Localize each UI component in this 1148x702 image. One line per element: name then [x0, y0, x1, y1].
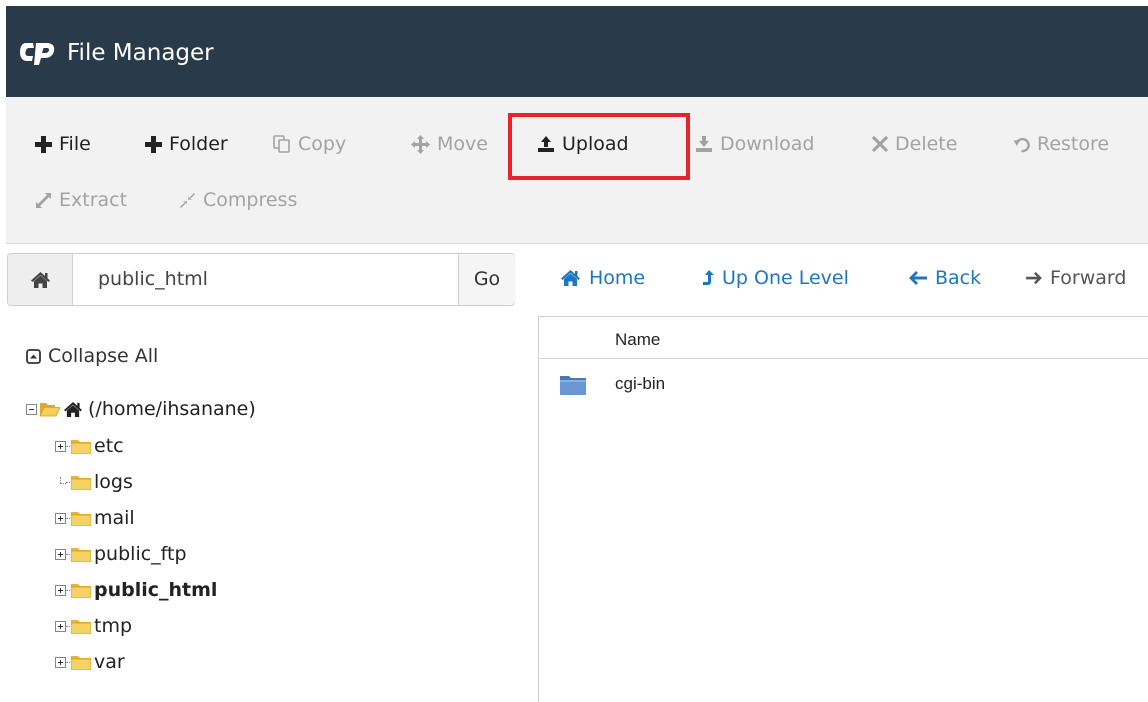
arrow-right-icon — [1026, 271, 1042, 285]
tree-item-label: mail — [94, 507, 135, 529]
tree-item-label: etc — [94, 435, 124, 457]
restore-button[interactable]: Restore — [1013, 129, 1109, 159]
expand-icon — [36, 192, 51, 208]
tree-connector — [66, 661, 70, 663]
tree-connector — [66, 517, 70, 519]
level-up-icon — [703, 270, 714, 285]
expand-toggle-icon[interactable] — [55, 620, 66, 632]
collapse-toggle-icon[interactable] — [26, 403, 37, 415]
tree-item[interactable]: public_ftp — [55, 543, 187, 565]
collapse-icon — [26, 348, 41, 364]
tree-item[interactable]: var — [55, 651, 125, 673]
tree-connector — [66, 445, 70, 447]
undo-icon — [1013, 137, 1030, 152]
folder-icon — [71, 619, 91, 634]
folder-open-icon — [39, 403, 60, 417]
folder-icon — [71, 583, 91, 598]
tree-item[interactable]: tmp — [55, 615, 132, 637]
path-bar: Go — [7, 253, 515, 306]
cpanel-logo[interactable] — [20, 39, 56, 67]
tree-connector — [66, 553, 70, 555]
tree-item[interactable]: public_html — [55, 579, 217, 601]
tree-root[interactable]: (/home/ihsanane) — [26, 398, 256, 420]
expand-toggle-icon[interactable] — [55, 512, 66, 524]
compress-icon — [180, 192, 195, 208]
expand-toggle-icon[interactable] — [55, 440, 66, 452]
expand-toggle-icon[interactable] — [55, 656, 66, 668]
up-one-level-label: Up One Level — [722, 267, 849, 289]
upload-highlight-box — [508, 113, 690, 180]
back-link[interactable]: Back — [909, 267, 981, 289]
tree-connector — [66, 481, 70, 483]
column-header-name[interactable]: Name — [615, 330, 660, 350]
home-link-label: Home — [589, 267, 646, 289]
tree-item[interactable]: etc — [55, 435, 124, 457]
tree-item-label: tmp — [94, 615, 133, 637]
download-label: Download — [720, 133, 815, 155]
go-button[interactable]: Go — [458, 254, 515, 305]
file-name: cgi-bin — [615, 374, 666, 393]
arrow-left-icon — [909, 271, 927, 285]
file-row[interactable]: cgi-bin — [539, 363, 1148, 399]
folder-icon — [71, 475, 91, 490]
tree-item-label: var — [94, 651, 125, 673]
compress-label: Compress — [203, 189, 298, 211]
app-title: File Manager — [67, 40, 214, 66]
collapse-all-label: Collapse All — [48, 345, 159, 367]
plus-icon — [35, 135, 52, 153]
folder-icon — [71, 439, 91, 454]
new-file-button[interactable]: File — [35, 129, 91, 159]
folder-icon — [71, 511, 91, 526]
top-bar: File Manager — [6, 6, 1148, 97]
delete-label: Delete — [895, 133, 958, 155]
copy-label: Copy — [298, 133, 347, 155]
tree-root-label: (/home/ihsanane) — [88, 398, 256, 420]
new-file-label: File — [59, 133, 91, 155]
tree-item-label: logs — [94, 471, 133, 493]
tree-line — [55, 476, 66, 488]
folder-icon — [71, 655, 91, 670]
download-button[interactable]: Download — [695, 129, 814, 159]
compress-button[interactable]: Compress — [179, 185, 297, 215]
move-arrows-icon — [411, 134, 430, 154]
tree-item[interactable]: logs — [55, 471, 133, 493]
close-icon — [872, 136, 888, 152]
restore-label: Restore — [1037, 133, 1110, 155]
tree-item-label: public_html — [94, 579, 218, 601]
copy-icon — [273, 135, 290, 153]
home-icon — [561, 270, 580, 286]
tree-item[interactable]: mail — [55, 507, 135, 529]
move-label: Move — [437, 133, 488, 155]
up-one-level-link[interactable]: Up One Level — [702, 267, 849, 289]
plus-icon — [145, 135, 162, 153]
file-list-pane: Name cgi-bin — [538, 316, 1148, 702]
home-path-button[interactable] — [8, 254, 73, 305]
new-folder-button[interactable]: Folder — [145, 129, 228, 159]
forward-link[interactable]: Forward — [1026, 267, 1126, 289]
move-button[interactable]: Move — [411, 129, 488, 159]
path-input[interactable] — [98, 254, 448, 305]
copy-button[interactable]: Copy — [273, 129, 346, 159]
home-link[interactable]: Home — [560, 267, 645, 289]
back-label: Back — [935, 267, 982, 289]
folder-icon — [71, 547, 91, 562]
new-folder-label: Folder — [169, 133, 228, 155]
tree-connector — [66, 625, 70, 627]
tree-connector — [66, 589, 70, 591]
file-list-header: Name — [539, 317, 1148, 359]
extract-button[interactable]: Extract — [35, 185, 127, 215]
home-icon — [30, 271, 50, 288]
extract-label: Extract — [59, 189, 128, 211]
forward-label: Forward — [1050, 267, 1127, 289]
home-icon — [64, 401, 82, 417]
folder-icon — [560, 376, 586, 395]
expand-toggle-icon[interactable] — [55, 548, 66, 560]
download-icon — [696, 136, 712, 152]
tree-item-label: public_ftp — [94, 543, 187, 565]
expand-toggle-icon[interactable] — [55, 584, 66, 596]
collapse-all-link[interactable]: Collapse All — [26, 345, 158, 367]
delete-button[interactable]: Delete — [872, 129, 957, 159]
